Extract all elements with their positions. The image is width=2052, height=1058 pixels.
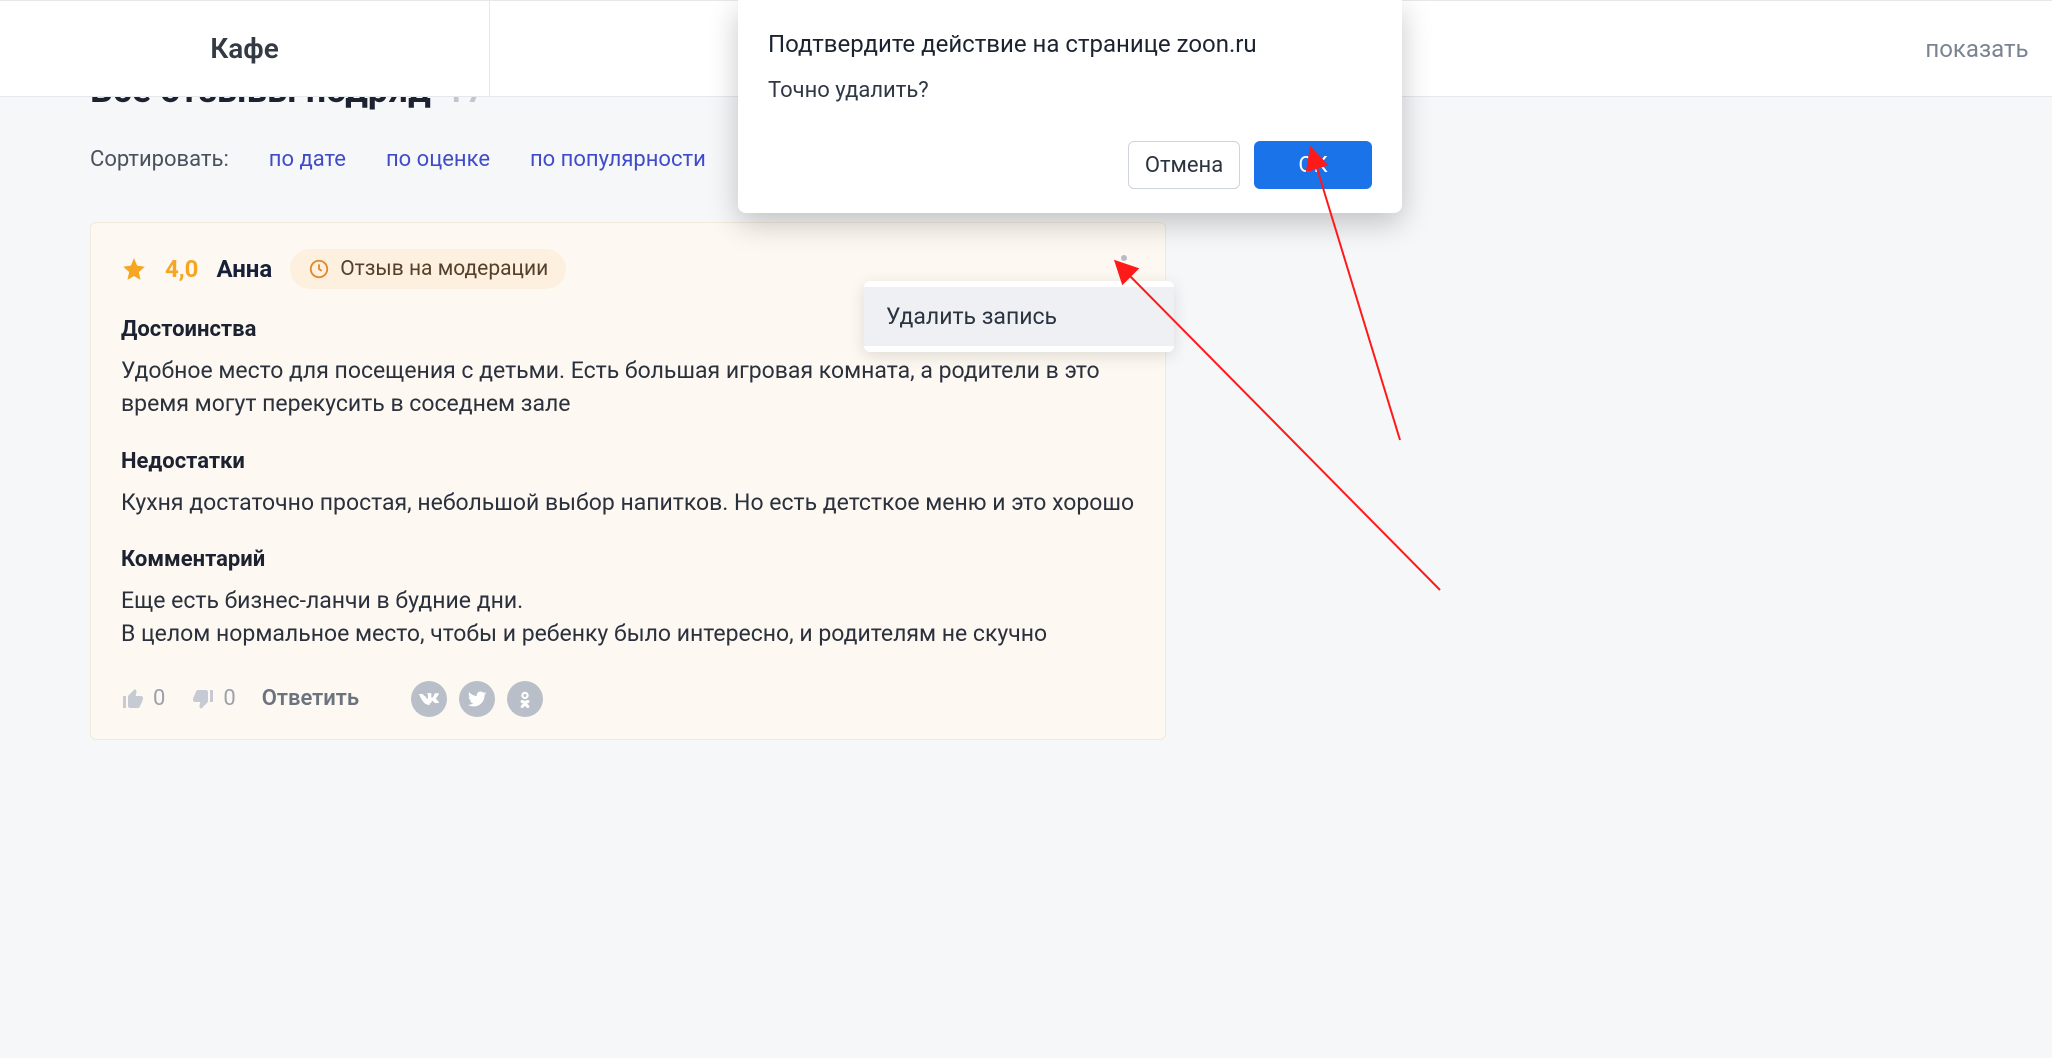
confirm-dialog: Подтвердите действие на странице zoon.ru… [738,0,1402,213]
sort-label: Сортировать: [90,147,229,172]
dialog-message: Точно удалить? [768,78,1372,103]
thumb-down-icon [191,687,215,711]
pros-text: Удобное место для посещения с детьми. Ес… [121,354,1135,421]
comment-text: Еще есть бизнес-ланчи в будние дни. В це… [121,584,1135,651]
thumb-up-icon [121,687,145,711]
ok-button[interactable]: ОК [1254,141,1372,189]
cons-text: Кухня достаточно простая, небольшой выбо… [121,486,1135,519]
moderation-badge: Отзыв на модерации [290,249,566,289]
sort-by-rating[interactable]: по оценке [386,147,490,172]
dislike-count: 0 [223,686,235,711]
clock-icon [308,258,330,280]
review-rating: 4,0 [165,255,198,283]
sort-by-date[interactable]: по дате [269,147,346,172]
ok-icon [515,689,535,709]
like-button[interactable]: 0 [121,686,165,711]
like-count: 0 [153,686,165,711]
share-buttons [411,681,543,717]
share-twitter[interactable] [459,681,495,717]
context-menu: Удалить запись [864,281,1174,352]
vk-icon [419,689,439,709]
review-author: Анна [216,255,272,283]
dialog-buttons: Отмена ОК [768,141,1372,189]
twitter-icon [467,689,487,709]
cons-heading: Недостатки [121,449,1135,474]
comment-heading: Комментарий [121,547,1135,572]
dislike-button[interactable]: 0 [191,686,235,711]
dialog-title: Подтвердите действие на странице zoon.ru [768,30,1372,58]
sort-by-popularity[interactable]: по популярности [530,147,706,172]
cancel-button[interactable]: Отмена [1128,141,1240,189]
share-ok[interactable] [507,681,543,717]
moderation-badge-label: Отзыв на модерации [340,257,548,281]
menu-item-delete[interactable]: Удалить запись [864,287,1174,346]
star-icon [121,256,147,282]
share-vk[interactable] [411,681,447,717]
show-button[interactable]: показать [1902,1,2052,96]
reply-button[interactable]: Ответить [262,686,359,711]
review-actions: 0 0 Ответить [121,681,1135,717]
tab-category[interactable]: Кафе [0,1,490,96]
